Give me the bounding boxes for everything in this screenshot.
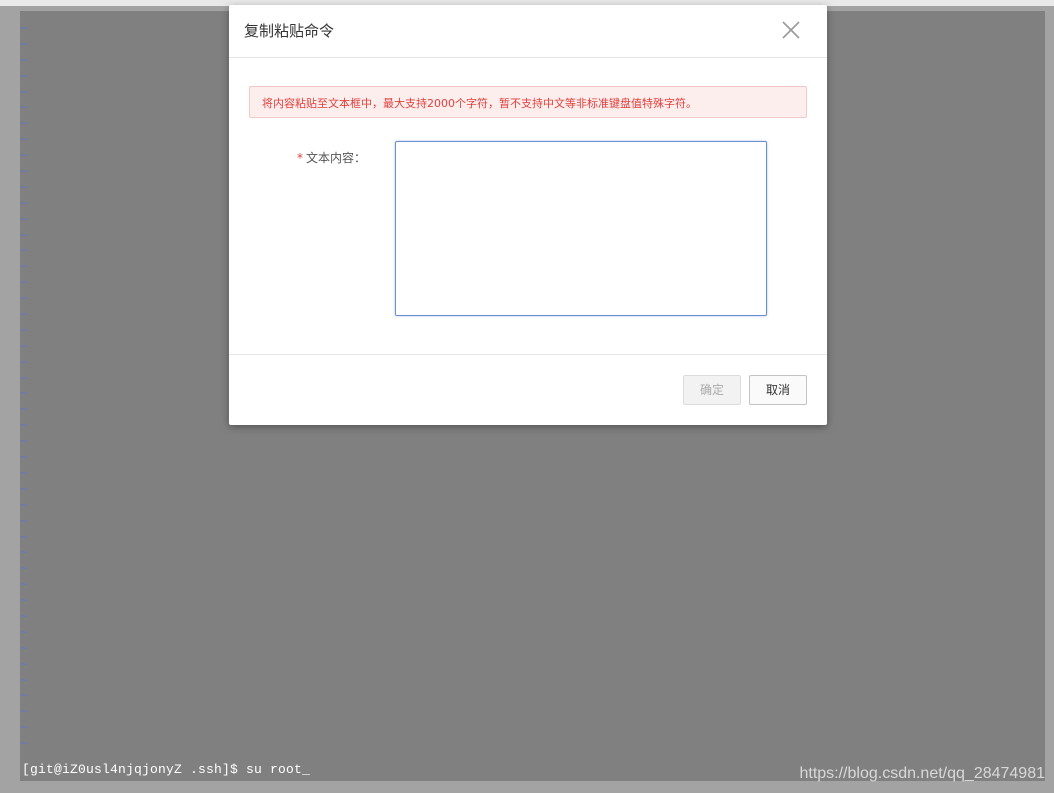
tilde-marker: ~ — [20, 529, 28, 544]
required-mark: * — [297, 151, 303, 165]
tilde-marker: ~ — [20, 672, 28, 687]
tilde-marker: ~ — [20, 307, 28, 322]
tilde-marker: ~ — [20, 545, 28, 560]
tilde-marker: ~ — [20, 243, 28, 258]
tilde-marker: ~ — [20, 370, 28, 385]
tilde-marker: ~ — [20, 354, 28, 369]
terminal-prompt: [git@iZ0usl4njqjonyZ .ssh]$ su root_ — [22, 762, 311, 777]
tilde-marker: ~ — [20, 481, 28, 496]
tilde-marker: ~ — [20, 52, 28, 67]
dialog-footer: 确定 取消 — [229, 354, 827, 426]
screen: ~ ~ ~ ~ ~ ~ ~ ~ ~ ~ ~ ~ ~ ~ ~ ~ ~ ~ ~ ~ ~ ~ ~ ~ ~ ~ ~ ~ ~ ~ ~ ~ ~ ~ ~ ~ ~ ~ ~ ~… — [0, 0, 1054, 793]
tilde-marker: ~ — [20, 608, 28, 623]
paste-command-dialog: 复制粘贴命令 将内容粘贴至文本框中，最大支持2000个字符，暂不支持中文等非标准… — [229, 5, 827, 425]
watermark-url: https://blog.csdn.net/qq_28474981 — [799, 765, 1045, 782]
tilde-marker: ~ — [20, 497, 28, 512]
tilde-marker: ~ — [20, 561, 28, 576]
tilde-marker: ~ — [20, 688, 28, 703]
text-content-input[interactable] — [395, 141, 767, 316]
tilde-marker: ~ — [20, 275, 28, 290]
tilde-marker: ~ — [20, 465, 28, 480]
tilde-marker: ~ — [20, 513, 28, 528]
tilde-marker: ~ — [20, 322, 28, 337]
text-content-label: * 文本内容： — [297, 149, 366, 166]
tilde-marker: ~ — [20, 164, 28, 179]
close-icon[interactable] — [781, 20, 801, 40]
tilde-marker: ~ — [20, 720, 28, 735]
tilde-marker: ~ — [20, 338, 28, 353]
alert-text: 将内容粘贴至文本框中，最大支持2000个字符，暂不支持中文等非标准键盘值特殊字符… — [262, 97, 697, 110]
tilde-marker: ~ — [20, 100, 28, 115]
tilde-marker: ~ — [20, 116, 28, 131]
text-content-label-text: 文本内容： — [306, 151, 367, 165]
tilde-marker: ~ — [20, 450, 28, 465]
tilde-marker: ~ — [20, 148, 28, 163]
tilde-marker: ~ — [20, 227, 28, 242]
confirm-button[interactable]: 确定 — [683, 375, 741, 405]
tilde-marker: ~ — [20, 291, 28, 306]
tilde-marker: ~ — [20, 132, 28, 147]
tilde-marker: ~ — [20, 36, 28, 51]
dialog-header: 复制粘贴命令 — [229, 5, 827, 58]
tilde-marker: ~ — [20, 656, 28, 671]
tilde-marker: ~ — [20, 386, 28, 401]
tilde-marker: ~ — [20, 179, 28, 194]
tilde-marker: ~ — [20, 577, 28, 592]
tilde-marker: ~ — [20, 211, 28, 226]
tilde-marker: ~ — [20, 593, 28, 608]
tilde-marker: ~ — [20, 624, 28, 639]
tilde-marker: ~ — [20, 84, 28, 99]
tilde-marker: ~ — [20, 434, 28, 449]
tilde-marker: ~ — [20, 640, 28, 655]
tilde-marker: ~ — [20, 21, 28, 35]
tilde-marker: ~ — [20, 418, 28, 433]
tilde-marker: ~ — [20, 704, 28, 719]
tilde-marker: ~ — [20, 195, 28, 210]
dialog-title: 复制粘贴命令 — [244, 22, 335, 40]
tilde-marker: ~ — [20, 736, 28, 751]
cancel-button[interactable]: 取消 — [749, 375, 807, 405]
tilde-marker: ~ — [20, 259, 28, 274]
tilde-marker: ~ — [20, 68, 28, 83]
warning-alert: 将内容粘贴至文本框中，最大支持2000个字符，暂不支持中文等非标准键盘值特殊字符… — [249, 86, 807, 118]
tilde-marker: ~ — [20, 402, 28, 417]
vim-empty-line-markers: ~ ~ ~ ~ ~ ~ ~ ~ ~ ~ ~ ~ ~ ~ ~ ~ ~ ~ ~ ~ ~ ~ ~ ~ ~ ~ ~ ~ ~ ~ ~ ~ ~ ~ ~ ~ ~ ~ ~ ~… — [20, 21, 32, 752]
